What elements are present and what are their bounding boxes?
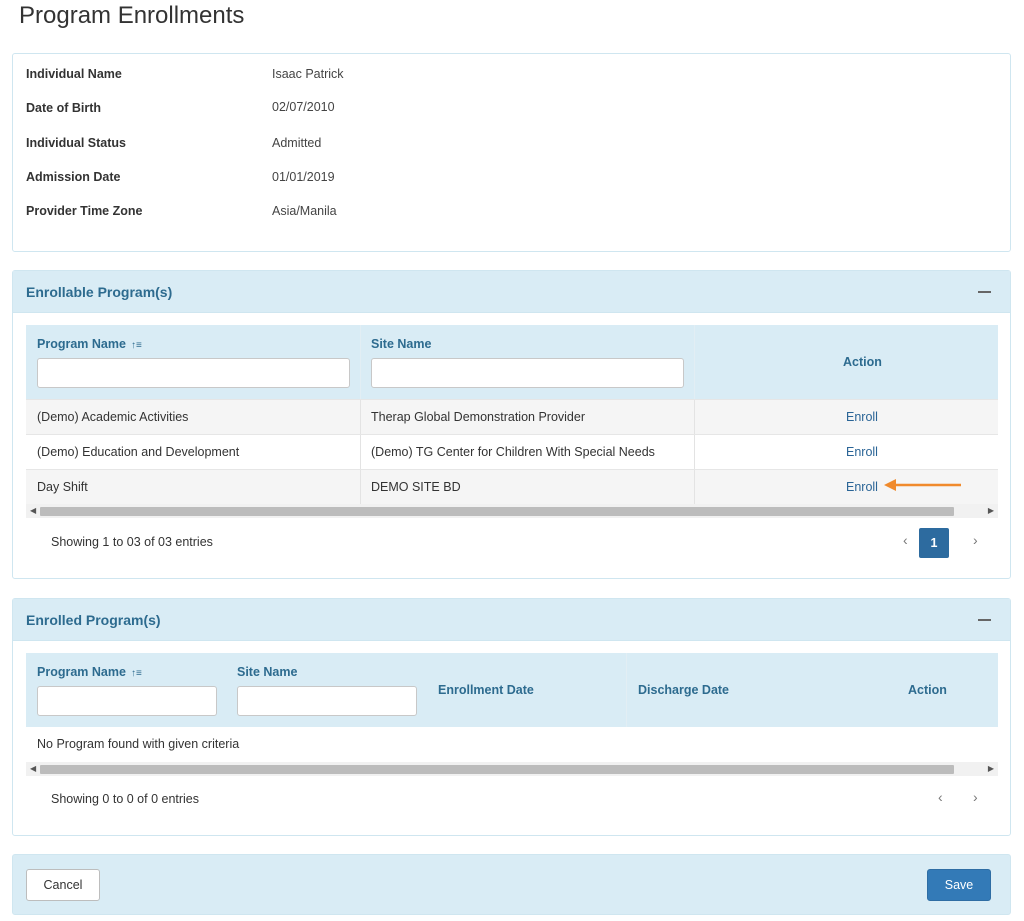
program-name-cell: (Demo) Education and Development <box>37 445 240 459</box>
empty-message: No Program found with given criteria <box>37 737 240 751</box>
page-title: Program Enrollments <box>19 2 245 29</box>
cell-divider <box>360 400 361 435</box>
save-button[interactable]: Save <box>927 869 991 901</box>
empty-row: No Program found with given criteria <box>26 727 998 762</box>
collapse-icon[interactable] <box>978 291 991 293</box>
enrolled-table-header: Program Name ↑≡ Site Name Enrollment Date… <box>26 653 998 727</box>
scroll-right-icon[interactable]: ▶ <box>988 762 994 776</box>
column-discharge-date[interactable]: Discharge Date <box>627 653 867 727</box>
pager-page-button[interactable]: 1 <box>919 528 949 558</box>
column-site-name[interactable]: Site Name <box>361 325 694 399</box>
info-value: Admitted <box>272 136 322 150</box>
enrolled-panel-title: Enrolled Program(s) <box>26 612 161 628</box>
individual-info-panel: Individual Name Isaac Patrick Date of Bi… <box>12 53 1011 252</box>
site-name-cell: Therap Global Demonstration Provider <box>371 410 585 424</box>
pager-prev-icon[interactable]: ‹ <box>938 789 943 805</box>
column-enrollment-date-label: Enrollment Date <box>438 683 534 697</box>
info-label: Individual Name <box>26 67 122 81</box>
pager-next-icon[interactable]: › <box>973 789 978 805</box>
scroll-thumb[interactable] <box>40 507 954 516</box>
annotation-arrow-icon <box>884 479 961 491</box>
column-site-name-label: Site Name <box>371 337 432 351</box>
site-name-cell: (Demo) TG Center for Children With Speci… <box>371 445 655 459</box>
column-site-name-label: Site Name <box>237 665 298 679</box>
info-label: Provider Time Zone <box>26 204 143 218</box>
enrolled-entries-info: Showing 0 to 0 of 0 entries <box>51 792 200 806</box>
column-program-name[interactable]: Program Name ↑≡ <box>26 653 226 727</box>
enrollable-panel-heading: Enrollable Program(s) <box>13 271 1010 313</box>
site-name-filter-input[interactable] <box>371 358 684 388</box>
table-row: (Demo) Academic Activities Therap Global… <box>26 399 998 435</box>
form-actions-bar: Cancel Save <box>12 854 1011 915</box>
site-name-cell: DEMO SITE BD <box>371 480 461 494</box>
enrollable-entries-info: Showing 1 to 03 of 03 entries <box>51 535 213 549</box>
sort-icon[interactable]: ↑≡ <box>131 340 142 351</box>
pager-next-icon[interactable]: › <box>973 532 978 548</box>
pager-prev-icon[interactable]: ‹ <box>903 532 908 548</box>
sort-icon[interactable]: ↑≡ <box>131 668 142 679</box>
enrollable-panel-title: Enrollable Program(s) <box>26 284 173 300</box>
cell-divider <box>360 470 361 505</box>
scroll-left-icon[interactable]: ◀ <box>30 762 36 776</box>
horizontal-scrollbar[interactable]: ◀ ▶ <box>26 504 998 518</box>
site-name-filter-input[interactable] <box>237 686 417 716</box>
program-name-cell: (Demo) Academic Activities <box>37 410 189 424</box>
info-label: Date of Birth <box>26 101 101 115</box>
program-name-filter-input[interactable] <box>37 686 217 716</box>
cell-divider <box>694 470 695 505</box>
column-program-name[interactable]: Program Name ↑≡ <box>26 325 360 399</box>
table-row: Day Shift DEMO SITE BD Enroll <box>26 469 998 505</box>
enrollable-programs-panel: Enrollable Program(s) Program Name ↑≡ Sit… <box>12 270 1011 579</box>
enrollable-table: Program Name ↑≡ Site Name Action (Demo) A… <box>26 325 998 520</box>
column-action: Action <box>867 653 998 727</box>
column-label-text: Program Name <box>37 665 126 679</box>
enrollable-table-header: Program Name ↑≡ Site Name Action <box>26 325 998 399</box>
enrolled-programs-panel: Enrolled Program(s) Program Name ↑≡ Site … <box>12 598 1011 836</box>
scroll-right-icon[interactable]: ▶ <box>988 504 994 518</box>
enroll-link[interactable]: Enroll <box>846 410 878 424</box>
enrolled-table: Program Name ↑≡ Site Name Enrollment Date… <box>26 653 998 778</box>
collapse-icon[interactable] <box>978 619 991 621</box>
enroll-link[interactable]: Enroll <box>846 480 878 494</box>
info-value: 01/01/2019 <box>272 170 335 184</box>
column-program-name-label[interactable]: Program Name ↑≡ <box>37 337 142 351</box>
info-value: Asia/Manila <box>272 204 337 218</box>
info-value: 02/07/2010 <box>272 100 335 114</box>
program-name-cell: Day Shift <box>37 480 88 494</box>
column-action-label: Action <box>843 355 882 369</box>
column-action: Action <box>695 325 998 399</box>
enroll-link[interactable]: Enroll <box>846 445 878 459</box>
table-row: (Demo) Education and Development (Demo) … <box>26 434 998 470</box>
column-site-name[interactable]: Site Name <box>226 653 426 727</box>
scroll-left-icon[interactable]: ◀ <box>30 504 36 518</box>
program-name-filter-input[interactable] <box>37 358 350 388</box>
cell-divider <box>694 400 695 435</box>
info-label: Admission Date <box>26 170 121 184</box>
info-label: Individual Status <box>26 136 127 150</box>
column-label-text: Program Name <box>37 337 126 351</box>
column-program-name-label[interactable]: Program Name ↑≡ <box>37 665 142 679</box>
cancel-button[interactable]: Cancel <box>26 869 100 901</box>
column-enrollment-date[interactable]: Enrollment Date <box>426 653 626 727</box>
horizontal-scrollbar[interactable]: ◀ ▶ <box>26 762 998 776</box>
scroll-thumb[interactable] <box>40 765 954 774</box>
column-action-label: Action <box>908 683 947 697</box>
cell-divider <box>694 435 695 470</box>
cell-divider <box>360 435 361 470</box>
column-discharge-date-label: Discharge Date <box>638 683 730 697</box>
enrolled-panel-heading: Enrolled Program(s) <box>13 599 1010 641</box>
info-value: Isaac Patrick <box>272 67 344 81</box>
